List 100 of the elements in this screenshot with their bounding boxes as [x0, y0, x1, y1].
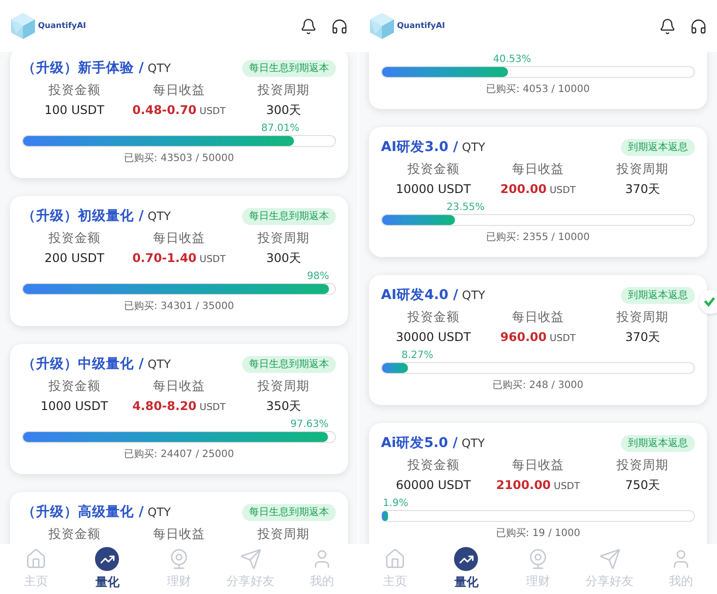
- stat-value: 350天: [266, 399, 302, 413]
- stat-value: 200 USDT: [44, 251, 104, 265]
- support-icon[interactable]: [331, 18, 348, 34]
- currency-label: USDT: [550, 185, 576, 196]
- unit-label: QTY: [148, 504, 171, 521]
- stat-label: 每日收益: [152, 525, 205, 543]
- return-badge: 每日生息到期返本: [242, 356, 336, 372]
- purchased-count: 已购买: 43503 / 50000: [123, 152, 235, 166]
- product-title: （升级）初级量化 /: [22, 206, 144, 226]
- stat-value: 0.70-1.40: [132, 251, 197, 265]
- stat-label: 投资金额: [48, 525, 100, 543]
- purchased-count: 已购买: 19 / 1000: [494, 527, 582, 541]
- stat-value: 300天: [266, 251, 302, 265]
- unit-label: QTY: [148, 60, 171, 77]
- purchased-count: 已购买: 4053 / 10000: [485, 83, 591, 97]
- percent-label: 98%: [306, 271, 330, 283]
- stat-value: 0.48-0.70: [132, 103, 197, 117]
- nav-tab[interactable]: 理财: [526, 572, 550, 590]
- nav-tab[interactable]: 我的: [310, 572, 334, 590]
- stat-label: 每日收益: [512, 160, 564, 178]
- stat-value: 960.00: [500, 330, 547, 344]
- stat-value: 2100.00: [496, 478, 551, 492]
- nav-tab[interactable]: 分享好友: [586, 572, 634, 590]
- stat-label: 投资金额: [48, 81, 100, 99]
- stat-label: 每日收益: [152, 377, 205, 395]
- stat-value: 4.80-8.20: [132, 399, 197, 413]
- return-badge: 到期返本返息: [621, 286, 695, 304]
- nav-tab[interactable]: 量化: [95, 573, 120, 591]
- purchased-count: 已购买: 34301 / 35000: [123, 300, 235, 314]
- product-title: AI研发3.0 /: [381, 138, 458, 157]
- stat-label: 投资周期: [616, 308, 669, 326]
- currency-label: USDT: [554, 481, 580, 492]
- return-badge: 每日生息到期返本: [242, 208, 336, 224]
- home-icon[interactable]: [24, 548, 47, 570]
- brand-name: QuantifyAI: [397, 20, 446, 32]
- percent-label: 40.53%: [493, 54, 532, 66]
- nav-tab[interactable]: 量化: [454, 573, 478, 591]
- stat-label: 投资金额: [407, 160, 460, 178]
- stat-label: 投资周期: [616, 160, 669, 178]
- stat-label: 投资金额: [407, 308, 460, 326]
- unit-label: QTY: [148, 356, 171, 373]
- unit-label: QTY: [462, 286, 486, 304]
- unit-label: QTY: [462, 138, 486, 156]
- product-title: （升级）新手体验 /: [22, 58, 144, 78]
- stat-value: 300天: [266, 103, 302, 117]
- support-icon[interactable]: [690, 18, 707, 34]
- notification-icon[interactable]: [300, 18, 317, 34]
- purchased-count: 已购买: 248 / 3000: [492, 379, 584, 393]
- stat-label: 投资周期: [258, 229, 310, 247]
- percent-label: 1.9%: [382, 498, 408, 510]
- return-badge: 到期返本返息: [621, 434, 695, 452]
- stat-label: 投资周期: [616, 456, 669, 474]
- product-title: AI研发4.0 /: [381, 286, 458, 305]
- product-title: （升级）中级量化 /: [22, 354, 144, 374]
- nav-tab[interactable]: 我的: [669, 572, 694, 590]
- nav-tab[interactable]: 理财: [166, 572, 191, 590]
- product-title: Ai研发5.0 /: [381, 434, 458, 453]
- stat-value: 750天: [625, 478, 660, 492]
- send-icon[interactable]: [240, 548, 262, 570]
- nav-tab[interactable]: 主页: [382, 572, 407, 590]
- return-badge: 每日生息到期返本: [242, 60, 336, 76]
- stat-label: 每日收益: [512, 308, 564, 326]
- unit-label: QTY: [148, 208, 171, 225]
- return-badge: 到期返本返息: [621, 138, 695, 156]
- send-icon[interactable]: [598, 548, 621, 570]
- product-title: （升级）高级量化 /: [22, 502, 144, 522]
- stat-value: 60000 USDT: [396, 478, 471, 492]
- stat-label: 投资周期: [258, 525, 310, 543]
- stat-label: 投资金额: [48, 377, 100, 395]
- nav-tab[interactable]: 主页: [24, 572, 48, 590]
- stat-label: 投资周期: [258, 81, 310, 99]
- notification-icon[interactable]: [659, 18, 676, 34]
- percent-label: 87.01%: [261, 123, 300, 135]
- stat-value: 30000 USDT: [396, 330, 471, 344]
- percent-label: 8.27%: [401, 350, 434, 362]
- stat-label: 每日收益: [152, 81, 205, 99]
- return-badge: 每日生息到期返本: [242, 504, 336, 520]
- percent-label: 23.55%: [446, 202, 485, 214]
- unit-label: QTY: [462, 434, 485, 452]
- purchased-count: 已购买: 2355 / 10000: [485, 231, 591, 245]
- stat-value: 370天: [625, 182, 660, 196]
- currency-label: USDT: [200, 106, 226, 117]
- stat-label: 每日收益: [152, 229, 205, 247]
- check-icon: [704, 296, 715, 308]
- purchased-count: 已购买: 24407 / 25000: [123, 448, 235, 462]
- stat-value: 100 USDT: [44, 103, 104, 117]
- currency-label: USDT: [200, 254, 226, 265]
- stat-label: 投资金额: [48, 229, 100, 247]
- trend-icon[interactable]: [95, 547, 120, 571]
- trend-icon[interactable]: [454, 547, 478, 571]
- percent-label: 97.63%: [290, 419, 328, 431]
- home-icon[interactable]: [384, 548, 406, 570]
- stat-value: 1000 USDT: [40, 399, 108, 413]
- stat-value: 370天: [625, 330, 660, 344]
- stat-label: 每日收益: [512, 456, 564, 474]
- currency-label: USDT: [200, 402, 226, 413]
- brand-name: QuantifyAI: [38, 20, 86, 32]
- stat-value: 10000 USDT: [396, 182, 471, 196]
- stat-value: 200.00: [500, 182, 547, 196]
- nav-tab[interactable]: 分享好友: [226, 572, 275, 590]
